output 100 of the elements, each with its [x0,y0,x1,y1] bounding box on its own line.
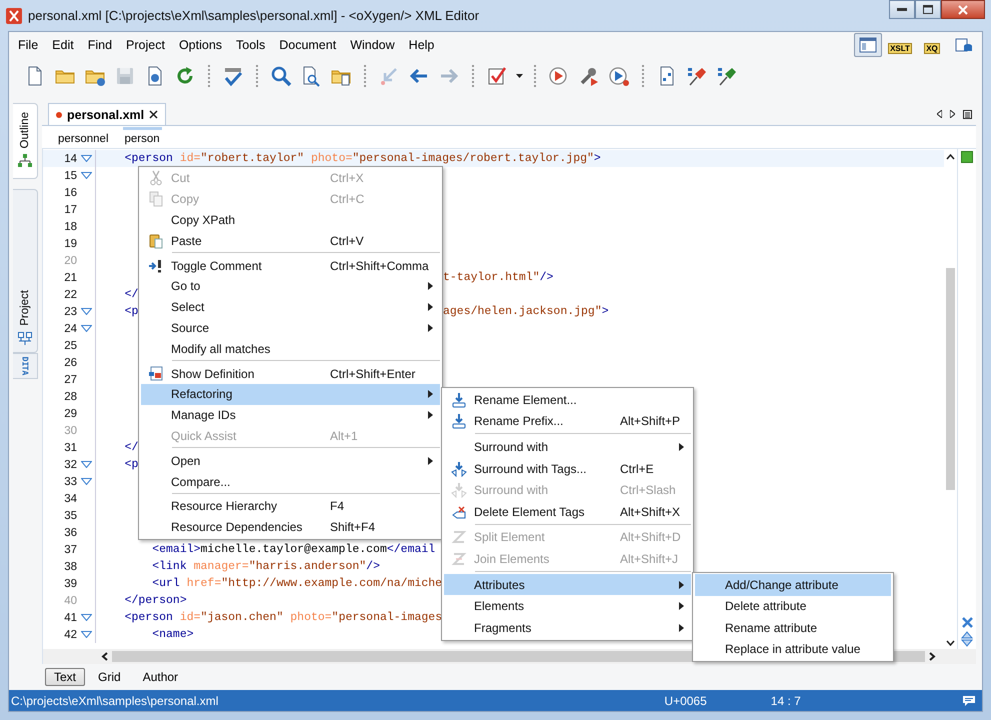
scroll-thumb[interactable] [946,268,955,490]
fold-toggle-icon[interactable] [80,325,92,332]
close-icon[interactable] [149,110,158,119]
submenu-arrow-icon [428,324,433,332]
menu-item[interactable]: Find [80,38,120,52]
window-title: personal.xml [C:\projects\eXml\samples\personal.xml] - <oXygen/> XML Editor [28,8,480,23]
editor-tab[interactable]: personal.xml [48,103,166,125]
perspective-button[interactable]: XSLT [886,33,914,57]
menu-item[interactable]: Surround with [444,436,691,458]
maximize-button[interactable] [915,0,941,19]
menu-item[interactable]: Resource Hierarchy F4 [141,496,440,517]
menu-item[interactable]: Resource Dependencies Shift+F4 [141,516,440,538]
menu-item[interactable]: Modify all matches [141,338,440,360]
menu-item[interactable]: Delete attribute [695,596,891,617]
menu-item[interactable]: Rename attribute [695,617,891,638]
checklist-icon [486,65,508,87]
line-number: 38 [63,560,77,572]
scroll-down-icon[interactable] [946,640,955,646]
scroll-up-icon[interactable] [946,154,955,160]
line-number: 33 [63,476,77,488]
scroll-right-icon[interactable] [929,652,936,661]
line-number: 15 [63,170,77,182]
perspective-button[interactable]: XQ [918,33,946,57]
menu-item[interactable]: Surround with Tags... Ctrl+E [444,458,691,480]
menu-item[interactable]: Help [402,38,442,52]
chat-icon[interactable] [962,694,976,706]
minimize-button[interactable] [889,0,915,19]
diagonal-arrow-icon [378,65,400,87]
menu-item[interactable]: Add/Change attribute [695,574,891,596]
menu-item[interactable]: Tools [229,38,272,52]
menu-item[interactable]: Document [272,38,344,52]
list-icon[interactable] [963,110,972,118]
code-line: </ [124,288,138,301]
submenu-arrow-icon [679,442,684,451]
menu-item[interactable]: Go to [141,276,440,297]
line-number: 29 [63,408,77,420]
caret-icon [516,74,522,78]
side-tab[interactable]: Project [13,189,38,353]
fold-toggle-icon[interactable] [80,308,92,315]
submenu-arrow-icon [679,580,684,589]
menu-item[interactable]: Paste Ctrl+V [141,230,440,252]
dita-tab[interactable]: DITA [13,353,38,379]
menu-item[interactable]: Edit [45,38,81,52]
side-tab[interactable]: Outline [13,103,38,179]
menu-item[interactable]: Delete Element Tags Alt+Shift+X [444,500,691,523]
rename-icon [451,392,467,408]
fold-toggle-icon[interactable] [80,614,92,621]
wrench-icon [578,65,600,87]
cursor-position: 14 : 7 [770,694,801,708]
fold-toggle-icon[interactable] [80,631,92,638]
menu-item[interactable]: Replace in attribute value [695,638,891,660]
fold-toggle-icon[interactable] [80,155,92,162]
line-number: 24 [63,322,77,334]
menu-item[interactable]: Manage IDs [141,404,440,426]
menu-item[interactable]: Open [141,450,440,472]
menu-item[interactable]: Select [141,296,440,318]
menu-item[interactable]: Compare... [141,471,440,492]
menu-item[interactable]: Rename Prefix... Alt+Shift+P [444,410,691,432]
submenu-arrow-icon [428,390,433,398]
menu-item[interactable]: Options [172,38,230,52]
menu-item[interactable]: Window [343,38,402,52]
close-button[interactable] [941,0,985,19]
mode-tab[interactable]: Text [45,668,86,686]
code-line: <name> [151,628,194,641]
mode-tab[interactable]: Grid [89,668,130,686]
code-line: <p [124,458,138,471]
breadcrumb-item[interactable]: personnel [56,127,111,147]
menu-item[interactable]: Elements [444,595,691,617]
line-number: 31 [63,442,77,454]
scissors-icon [148,170,164,186]
code-line: <p [124,305,138,318]
menu-item[interactable]: Rename Element... [444,389,691,411]
character-code: U+0065 [664,694,707,708]
menu-item[interactable]: Attributes [444,574,691,596]
menu-item[interactable]: File [11,38,46,52]
fold-toggle-icon[interactable] [80,172,92,179]
tab-label: personal.xml [67,108,144,122]
up-down-arrows-icon[interactable] [961,631,973,647]
perspective-button[interactable] [854,33,882,57]
line-number: 22 [63,288,77,300]
right-arrow-icon[interactable] [950,110,955,118]
menu-item[interactable]: Source [141,318,440,338]
left-arrow-icon[interactable] [937,110,942,118]
menu-item[interactable]: Show Definition Ctrl+Shift+Enter [141,363,440,384]
mode-tab[interactable]: Author [134,668,188,686]
fold-toggle-icon[interactable] [80,461,92,468]
line-number: 41 [63,612,77,624]
fold-toggle-icon[interactable] [80,478,92,485]
scroll-left-icon[interactable] [101,652,108,661]
menu-item[interactable]: Copy XPath [141,210,440,230]
code-line: <person id="jason.chen" photo="personal-images [124,611,442,624]
menu-item[interactable]: Toggle Comment Ctrl+Shift+Comma [141,255,440,276]
code-line: </person> [124,594,187,607]
dita-label: DI [20,356,30,366]
menu-item[interactable]: Fragments [444,616,691,639]
menu-item[interactable]: Project [119,38,172,52]
line-number: 19 [63,238,77,250]
status-square-icon [961,151,973,163]
file-path: C:\projects\eXml\samples\personal.xml [11,694,218,708]
menu-item[interactable]: Refactoring [141,384,440,405]
